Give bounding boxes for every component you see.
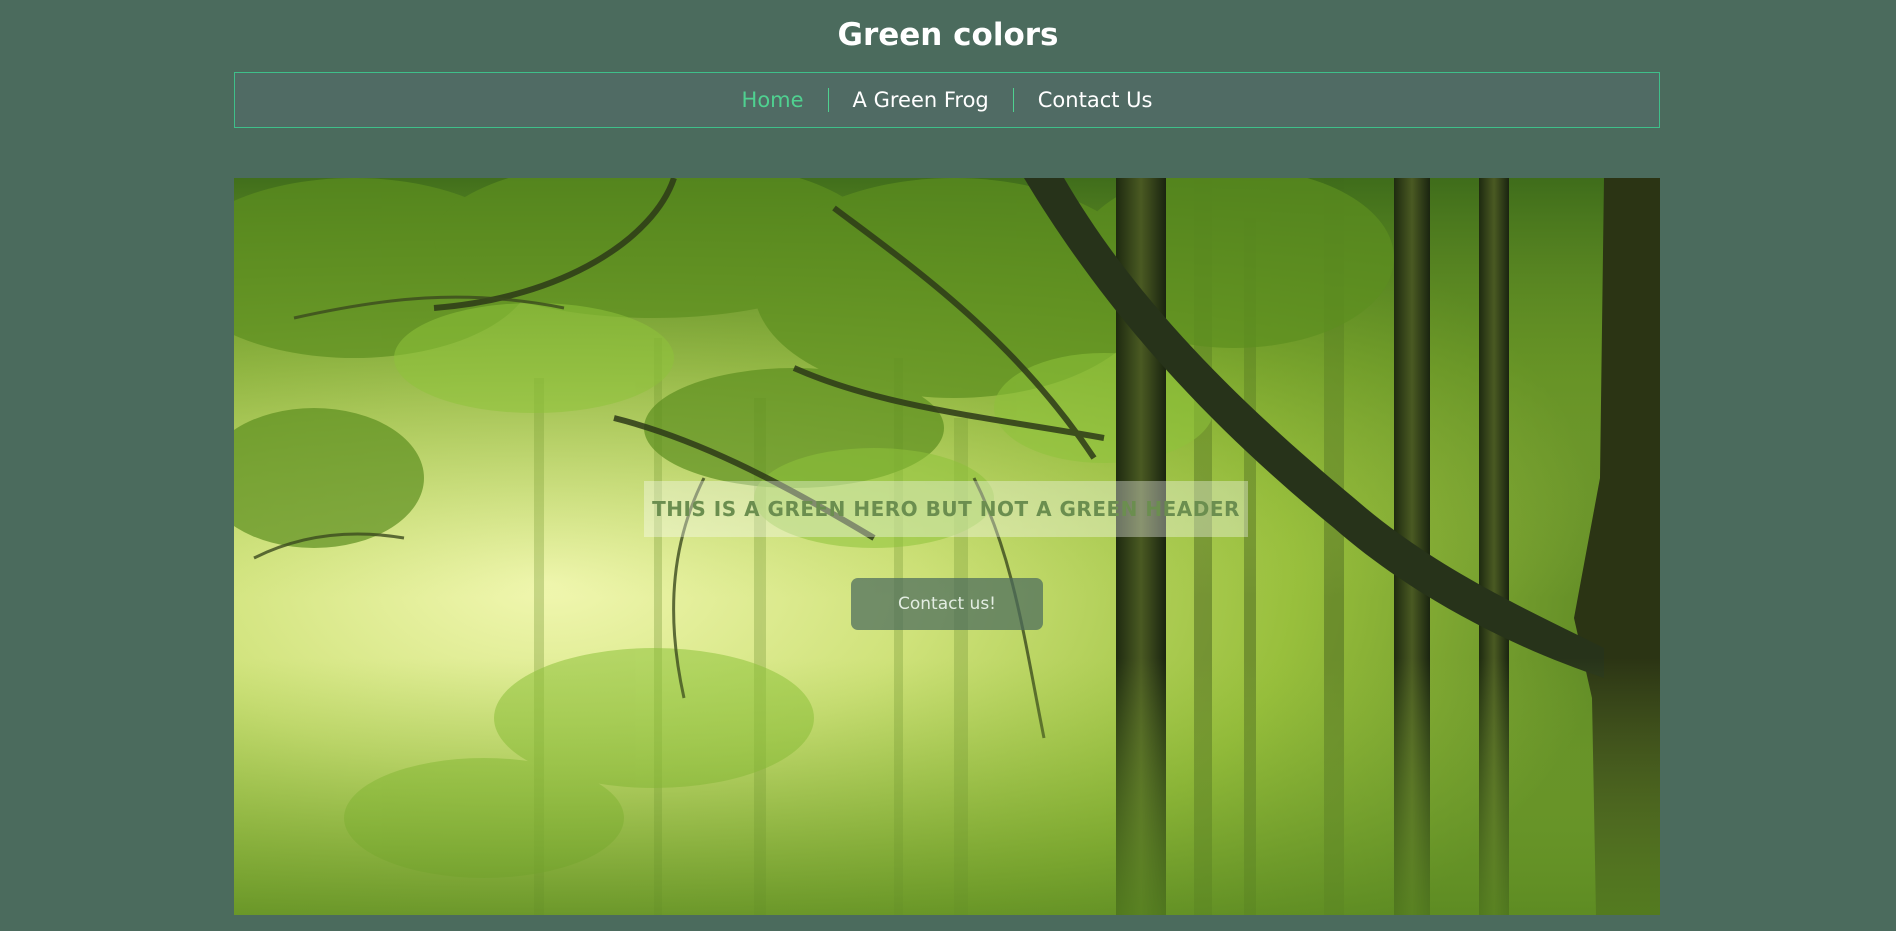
nav-item-green-frog[interactable]: A Green Frog: [829, 88, 1013, 112]
nav-item-home[interactable]: Home: [718, 88, 828, 112]
hero-section: THIS IS A GREEN HERO BUT NOT A GREEN HEA…: [234, 178, 1660, 915]
contact-us-button[interactable]: Contact us!: [851, 578, 1043, 630]
site-title: Green colors: [837, 17, 1059, 53]
page: Green colors Home A Green Frog Contact U…: [0, 0, 1896, 931]
hero-heading: THIS IS A GREEN HERO BUT NOT A GREEN HEA…: [644, 481, 1248, 537]
nav-item-contact-us[interactable]: Contact Us: [1014, 88, 1177, 112]
forest-image: [234, 178, 1660, 915]
main-nav: Home A Green Frog Contact Us: [234, 72, 1660, 128]
